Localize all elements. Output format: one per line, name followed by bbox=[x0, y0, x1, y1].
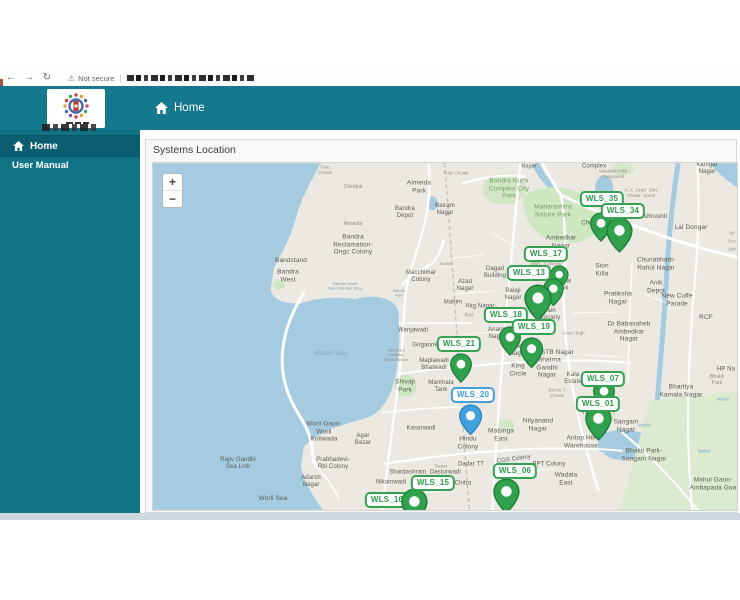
page-title: Systems Location bbox=[153, 144, 236, 156]
header-home-label: Home bbox=[174, 102, 205, 114]
warning-icon: ⚠ bbox=[68, 74, 75, 83]
map-marker-label[interactable]: WLS_15 bbox=[411, 475, 455, 491]
url-separator: | bbox=[119, 73, 121, 83]
map-marker-pin[interactable] bbox=[449, 353, 473, 383]
app-header: Home bbox=[0, 86, 740, 130]
map-canvas[interactable]: Almeida ParkBandra DepotBairam NagarChim… bbox=[152, 162, 738, 511]
zoom-in-button[interactable]: + bbox=[163, 174, 182, 191]
map-marker-label[interactable]: WLS_17 bbox=[524, 246, 568, 262]
browser-toolbar: ← → ↻ ⚠ Not secure | bbox=[0, 70, 740, 87]
address-bar-redacted-url[interactable] bbox=[127, 75, 255, 81]
app-logo bbox=[47, 89, 105, 128]
map-marker-label[interactable]: WLS_06 bbox=[493, 463, 537, 479]
map-marker-label[interactable]: WLS_01 bbox=[576, 396, 620, 412]
map-marker-pin[interactable] bbox=[519, 337, 544, 369]
window-bottom-strip bbox=[0, 513, 740, 520]
sidebar-home-label: Home bbox=[30, 141, 58, 152]
zoom-out-button[interactable]: − bbox=[163, 191, 182, 207]
redacted-text bbox=[42, 124, 96, 131]
map-marker-label[interactable]: WLS_13 bbox=[507, 265, 551, 281]
not-secure-label: Not secure bbox=[78, 74, 114, 83]
home-icon bbox=[155, 102, 168, 114]
map-marker-label[interactable]: WLS_34 bbox=[601, 203, 645, 219]
browser-back-button[interactable]: ← bbox=[4, 70, 18, 86]
map-marker-label[interactable]: WLS_07 bbox=[581, 371, 625, 387]
map-marker-pin[interactable] bbox=[605, 217, 634, 253]
sidebar-item-home[interactable]: Home bbox=[0, 135, 140, 157]
browser-reload-button[interactable]: ↻ bbox=[40, 70, 54, 86]
map-marker-label[interactable]: WLS_20 bbox=[451, 387, 495, 403]
browser-forward-button[interactable]: → bbox=[22, 70, 36, 86]
map-marker-label[interactable]: WLS_21 bbox=[437, 336, 481, 352]
sidebar-user-manual-label: User Manual bbox=[12, 160, 69, 171]
map-marker-label[interactable]: WLS_19 bbox=[512, 319, 556, 335]
page: ← → ↻ ⚠ Not secure | bbox=[0, 0, 740, 600]
header-nav-home[interactable]: Home bbox=[155, 86, 205, 130]
map-marker-pin[interactable] bbox=[400, 488, 429, 511]
sidebar-item-user-manual[interactable]: User Manual bbox=[0, 157, 140, 174]
logo-emblem-icon bbox=[54, 91, 98, 127]
map-marker-pin[interactable] bbox=[492, 478, 521, 511]
map-zoom-control: + − bbox=[162, 173, 183, 208]
home-icon bbox=[13, 141, 24, 151]
map-marker-pin[interactable] bbox=[458, 404, 483, 436]
sidebar: Home User Manual bbox=[0, 130, 140, 513]
content-panel: Systems Location bbox=[145, 139, 737, 513]
map-marker-layer: WLS_16WLS_35WLS_34WLS_17WLS_13WLS_18WLS_… bbox=[153, 163, 737, 510]
